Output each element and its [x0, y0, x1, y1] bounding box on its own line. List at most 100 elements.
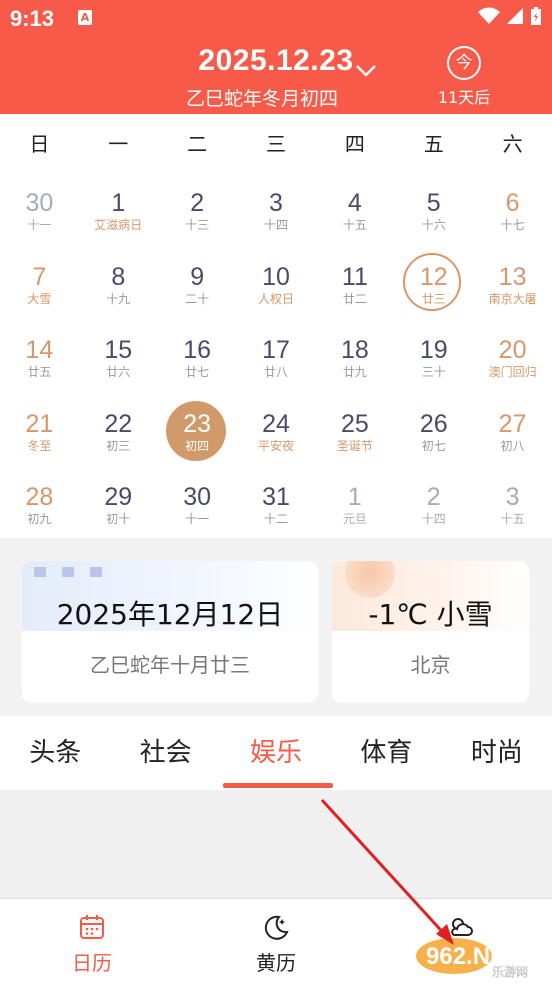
calendar-day[interactable]: 3 十五 — [473, 464, 552, 538]
calendar-day[interactable]: 4 十五 — [315, 170, 394, 244]
calendar-day[interactable]: 2 十四 — [394, 464, 473, 538]
day-number: 7 — [32, 262, 47, 291]
status-icons — [478, 6, 542, 26]
lunar-day: 初七 — [421, 438, 446, 453]
day-number: 12 — [419, 262, 448, 291]
day-number: 10 — [262, 262, 290, 291]
lunar-day: 十五 — [500, 512, 525, 527]
tab-3[interactable]: 体育 — [331, 716, 441, 790]
lunar-day: 平安夜 — [258, 438, 295, 453]
calendar-day[interactable]: 24 平安夜 — [237, 391, 316, 465]
calendar-day[interactable]: 1 元旦 — [315, 464, 394, 538]
day-number: 30 — [25, 189, 54, 217]
date-card[interactable]: 2025年12月12日 乙巳蛇年十月廿三 — [22, 561, 318, 703]
calendar-day[interactable]: 10 人权日 — [237, 244, 316, 318]
day-number: 29 — [104, 483, 133, 512]
day-number: 30 — [183, 483, 212, 512]
tab-1[interactable]: 社会 — [110, 716, 220, 790]
tab-4[interactable]: 时尚 — [442, 716, 552, 790]
nav-calendar[interactable]: 日历 — [0, 899, 184, 984]
countdown-button[interactable]: 今 11天后 — [434, 46, 494, 108]
calendar-day[interactable]: 17 廿八 — [237, 317, 316, 391]
weekday-header: 日一二三四五六 — [0, 114, 552, 170]
lunar-day: 十四 — [264, 218, 289, 232]
lunar-day: 人权日 — [258, 291, 295, 306]
date-card-lunar: 乙巳蛇年十月廿三 — [90, 653, 250, 677]
calendar-day[interactable]: 31 十二 — [237, 464, 316, 538]
calendar-day[interactable]: 13 南京大屠 — [473, 244, 552, 318]
day-number: 3 — [269, 189, 283, 217]
chevron-down-icon[interactable] — [355, 64, 377, 78]
lunar-day: 初九 — [27, 512, 52, 527]
day-number: 23 — [183, 409, 212, 438]
calendar-week-row: 14 廿五 15 廿六 16 廿七 17 廿八 18 廿九 19 三十 20 澳门回归 — [0, 317, 552, 391]
current-date[interactable]: 2025.12.23 — [198, 44, 353, 78]
day-number: 22 — [104, 409, 133, 438]
lunar-day: 十七 — [500, 218, 525, 232]
calendar-day[interactable]: 30 十一 — [158, 464, 237, 538]
day-number: 13 — [498, 262, 527, 291]
calendar-day[interactable]: 15 廿六 — [79, 317, 158, 391]
day-number: 19 — [419, 336, 448, 365]
lunar-day: 廿二 — [342, 291, 367, 306]
calendar-day[interactable]: 7 大雪 — [0, 244, 79, 318]
calendar-day[interactable]: 18 廿九 — [315, 317, 394, 391]
lunar-day: 圣诞节 — [336, 438, 373, 453]
watermark-sub: 乐游网 — [492, 965, 528, 979]
status-time: 9:13 — [10, 6, 55, 31]
calendar-day[interactable]: 14 廿五 — [0, 317, 79, 391]
nav-almanac-label: 黄历 — [256, 951, 296, 975]
day-number: 16 — [183, 336, 212, 365]
calendar-day[interactable]: 26 初七 — [394, 391, 473, 465]
day-number: 31 — [262, 483, 290, 512]
calendar-day[interactable]: 30 十一 — [0, 170, 79, 244]
lunar-day: 十二 — [264, 512, 289, 527]
today-icon: 今 — [447, 46, 481, 80]
calendar-day[interactable]: 8 十九 — [79, 244, 158, 318]
lunar-day: 初十 — [106, 512, 131, 527]
calendar-day[interactable]: 28 初九 — [0, 464, 79, 538]
calendar-day[interactable]: 19 三十 — [394, 317, 473, 391]
calendar-day[interactable]: 1 艾滋病日 — [79, 170, 158, 244]
weekday-label: 一 — [108, 131, 129, 156]
calendar-day[interactable]: 22 初三 — [79, 391, 158, 465]
calendar-day[interactable]: 5 十六 — [394, 170, 473, 244]
lunar-day: 十五 — [342, 218, 367, 232]
day-number: 9 — [190, 262, 205, 291]
calendar-day-today[interactable]: 23 初四 — [158, 391, 237, 465]
calendar-day[interactable]: 12 廿三 — [394, 244, 473, 318]
lunar-day: 三十 — [421, 365, 446, 380]
lunar-day: 十九 — [106, 291, 131, 306]
day-number: 28 — [25, 483, 54, 512]
lunar-day: 初三 — [106, 438, 131, 453]
weather-card[interactable]: -1℃ 小雪 北京 — [332, 561, 529, 703]
lunar-day: 十一 — [27, 218, 52, 232]
calendar-day[interactable]: 16 廿七 — [158, 317, 237, 391]
tab-2[interactable]: 娱乐 — [221, 716, 334, 790]
calendar-day[interactable]: 3 十四 — [237, 170, 316, 244]
lunar-day: 十一 — [185, 512, 210, 527]
lunar-day: 十六 — [421, 218, 446, 232]
day-number: 6 — [505, 189, 520, 217]
lunar-day: 初四 — [185, 438, 210, 453]
calendar-day[interactable]: 21 冬至 — [0, 391, 79, 465]
calendar-week-row: 28 初九 29 初十 30 十一 31 十二 1 元旦 2 十四 3 十五 — [0, 464, 552, 538]
day-number: 8 — [111, 262, 126, 291]
calendar-day[interactable]: 11 廿二 — [315, 244, 394, 318]
lunar-day: 廿六 — [106, 365, 131, 380]
lunar-day: 廿五 — [27, 365, 52, 380]
lunar-day: 廿八 — [264, 365, 289, 380]
calendar-day[interactable]: 27 初八 — [473, 391, 552, 465]
calendar-day[interactable]: 9 二十 — [158, 244, 237, 318]
day-number: 2 — [426, 483, 441, 512]
calendar-day[interactable]: 6 十七 — [473, 170, 552, 244]
nav-almanac[interactable]: 黄历 — [184, 899, 368, 984]
lunar-day: 澳门回归 — [488, 365, 537, 380]
calendar-day[interactable]: 29 初十 — [79, 464, 158, 538]
calendar-day[interactable]: 2 十三 — [158, 170, 237, 244]
weather-city: 北京 — [410, 653, 451, 677]
day-number: 25 — [340, 409, 369, 438]
calendar-day[interactable]: 20 澳门回归 — [473, 317, 552, 391]
tab-0[interactable]: 头条 — [0, 716, 110, 790]
calendar-day[interactable]: 25 圣诞节 — [315, 391, 394, 465]
